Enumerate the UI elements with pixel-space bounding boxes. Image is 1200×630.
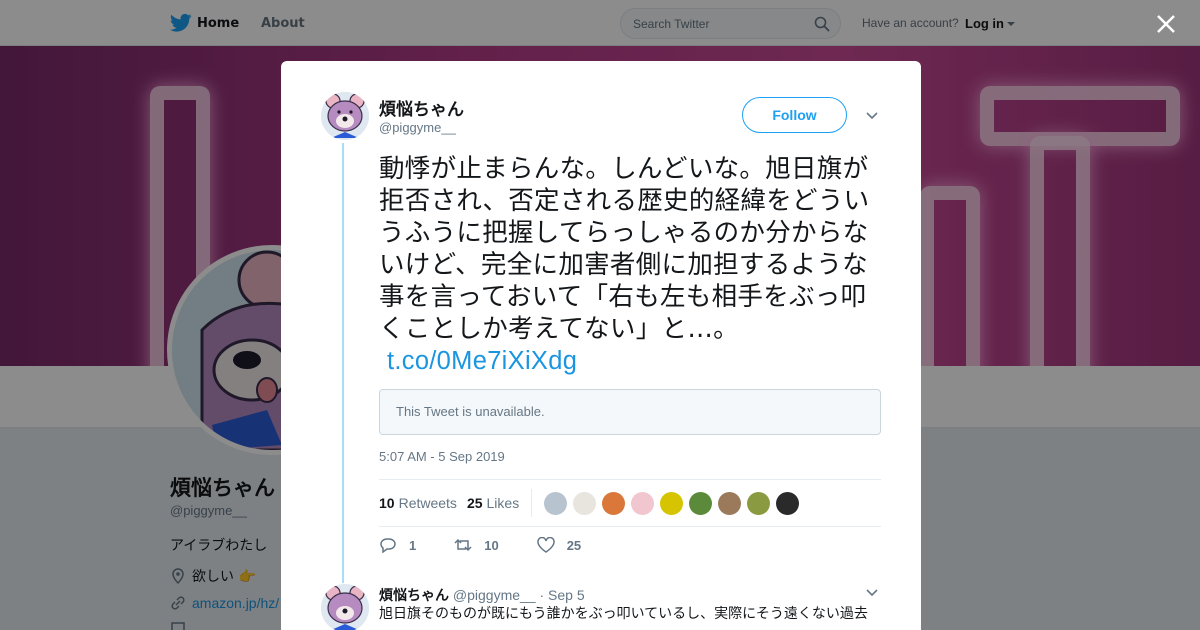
tweet-link[interactable]: t.co/0Me7iXiXdg [387,347,577,375]
reply-header: 煩悩ちゃん @piggyme__ · Sep 5 [379,585,585,605]
retweets-count[interactable]: 10 [379,495,395,511]
reply-count: 1 [409,537,417,553]
reply-icon[interactable] [379,537,397,553]
liker-avatar[interactable] [631,491,655,515]
reply-text: 旭日旗そのものが既にもう誰かをぶっ叩いているし、実際にそう遠くない過去 [379,606,868,622]
tweet-text: 動悸が止まらんな。しんどいな。旭日旗が拒否され、否定される歴史的経緯をどういうふ… [379,153,889,377]
liker-avatar[interactable] [747,491,771,515]
chevron-down-icon[interactable] [866,589,878,597]
author-name[interactable]: 煩悩ちゃん [379,95,464,120]
liker-avatar[interactable] [660,491,684,515]
retweet-count: 10 [484,537,499,553]
liker-avatars [544,491,800,515]
liker-avatar[interactable] [573,491,597,515]
retweet-action[interactable]: 10 [454,537,499,553]
liker-avatar[interactable] [689,491,713,515]
heart-icon[interactable] [536,537,555,553]
reply-author-handle[interactable]: @piggyme__ [453,587,536,603]
tweet-actions: 1 10 25 [379,537,619,553]
reply-author-name[interactable]: 煩悩ちゃん [379,588,449,604]
like-action[interactable]: 25 [536,537,582,553]
likes-count[interactable]: 25 [467,495,483,511]
retweets-label[interactable]: Retweets [399,495,457,511]
like-count: 25 [566,537,582,553]
reply-author-avatar[interactable] [321,584,369,630]
tweet-timestamp[interactable]: 5:07 AM - 5 Sep 2019 [379,449,505,464]
bear-avatar-image [321,92,369,140]
quoted-tweet-unavailable: This Tweet is unavailable. [379,389,881,435]
reply-action[interactable]: 1 [379,537,416,553]
liker-avatar[interactable] [718,491,742,515]
reply-date[interactable]: · Sep 5 [539,587,584,603]
follow-button[interactable]: Follow [742,97,847,133]
liker-avatar[interactable] [544,491,568,515]
liker-avatar[interactable] [602,491,626,515]
bear-avatar-image [321,584,369,630]
tweet-modal: 煩悩ちゃん @piggyme__ Follow 動悸が止まらんな。しんどいな。旭… [281,61,921,630]
retweet-icon[interactable] [454,537,472,553]
tweet-body: 動悸が止まらんな。しんどいな。旭日旗が拒否され、否定される歴史的経緯をどういうふ… [379,154,870,344]
author-avatar[interactable] [321,92,369,140]
stats-divider [531,489,533,517]
thread-connector [342,143,344,583]
chevron-down-icon[interactable] [866,112,878,120]
close-icon[interactable] [1156,14,1176,34]
author-handle[interactable]: @piggyme__ [379,120,456,135]
likes-label[interactable]: Likes [487,495,520,511]
tweet-stats: 10 Retweets 25 Likes [379,479,881,527]
liker-avatar[interactable] [776,491,800,515]
